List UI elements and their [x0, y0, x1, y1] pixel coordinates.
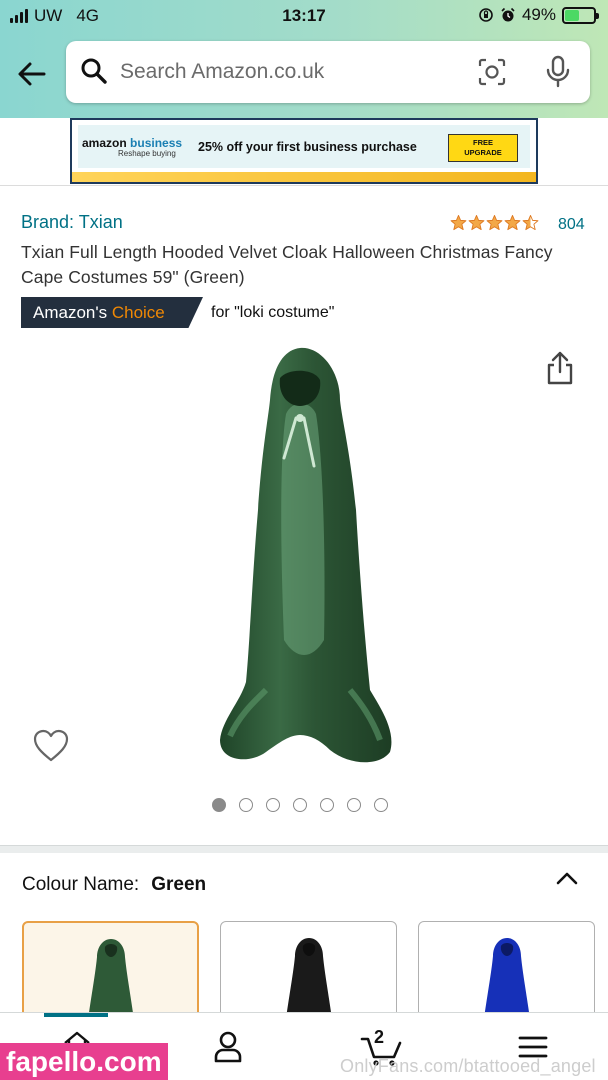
banner-strip — [72, 172, 536, 182]
colour-swatch-blue[interactable] — [418, 921, 595, 1021]
image-carousel-dots[interactable] — [212, 798, 388, 812]
chevron-up-icon[interactable] — [555, 868, 579, 888]
carousel-dot[interactable] — [347, 798, 361, 812]
star-icon — [504, 214, 521, 231]
camera-scan-icon[interactable] — [477, 57, 507, 87]
star-icon — [468, 214, 485, 231]
choice-badge-label: Amazon's Choice — [21, 297, 203, 328]
colour-swatch-black[interactable] — [220, 921, 397, 1021]
choice-query: for "loki costume" — [211, 303, 335, 321]
carousel-dot[interactable] — [266, 798, 280, 812]
search-bar[interactable] — [66, 41, 590, 103]
cloak-thumbnail — [483, 938, 530, 1020]
search-icon — [81, 58, 107, 84]
free-upgrade-button[interactable]: FREE UPGRADE — [448, 134, 518, 162]
carousel-dot[interactable] — [320, 798, 334, 812]
product-image[interactable] — [200, 340, 410, 770]
account-icon[interactable] — [213, 1031, 243, 1063]
carousel-dot[interactable] — [212, 798, 226, 812]
colour-swatch-green[interactable] — [22, 921, 199, 1021]
star-icon — [522, 214, 539, 231]
cart-count: 2 — [374, 1027, 385, 1047]
status-bar: UW 4G 13:17 49% — [0, 0, 608, 34]
banner-message: 25% off your first business purchase — [198, 140, 417, 154]
back-arrow-icon[interactable] — [14, 56, 50, 92]
brand-link[interactable]: Brand: Txian — [21, 212, 123, 233]
alarm-icon — [501, 7, 515, 22]
cloak-thumbnail — [87, 939, 134, 1019]
watermark-left: fapello.com — [0, 1043, 168, 1080]
star-icon — [486, 214, 503, 231]
search-input[interactable] — [120, 55, 450, 89]
star-rating[interactable] — [450, 214, 539, 231]
colour-name-row: Colour Name: Green — [22, 874, 206, 896]
carousel-dot[interactable] — [293, 798, 307, 812]
carousel-dot[interactable] — [374, 798, 388, 812]
product-title: Txian Full Length Hooded Velvet Cloak Ha… — [21, 242, 553, 287]
cloak-thumbnail — [285, 938, 332, 1020]
selected-colour: Green — [151, 874, 207, 895]
battery-icon — [562, 6, 599, 24]
status-right: 49% — [478, 5, 599, 25]
rating-count[interactable]: 804 — [558, 216, 585, 234]
carousel-dot[interactable] — [239, 798, 253, 812]
watermark-right: OnlyFans.com/btattooed_angel — [340, 1056, 596, 1076]
divider — [0, 185, 608, 186]
page: UW 4G 13:17 49% amazon b — [0, 0, 608, 1080]
section-divider — [0, 845, 608, 853]
colour-label: Colour Name: — [22, 874, 140, 895]
amazon-business-banner[interactable]: amazon business Reshape buying 25% off y… — [70, 118, 538, 184]
amazons-choice-badge: Amazon's Choice for "loki costume" — [21, 297, 334, 328]
active-tab-indicator — [44, 1013, 108, 1017]
orientation-lock-icon — [479, 8, 493, 22]
wishlist-heart-icon[interactable] — [33, 729, 69, 763]
share-icon[interactable] — [544, 350, 576, 386]
star-icon — [450, 214, 467, 231]
battery-percent: 49% — [521, 5, 556, 24]
microphone-icon[interactable] — [544, 55, 572, 89]
amazon-business-logo: amazon business Reshape buying — [82, 136, 183, 158]
